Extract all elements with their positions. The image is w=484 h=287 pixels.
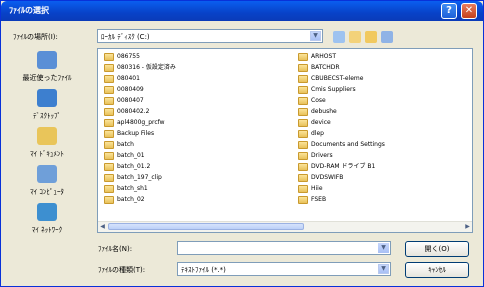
folder-icon — [298, 86, 308, 94]
file-open-dialog: ﾌｧｲﾙの選択 ? ✕ ﾌｧｲﾙの場所(I): ﾛｰｶﾙ ﾃﾞｨｽｸ (C:) … — [0, 0, 484, 287]
folder-icon — [104, 141, 114, 149]
folder-icon — [298, 196, 308, 204]
folder-icon — [298, 53, 308, 61]
place-my-network[interactable]: ﾏｲ ﾈｯﾄﾜｰｸ — [6, 203, 88, 239]
place-label: ﾏｲ ﾈｯﾄﾜｰｸ — [31, 226, 63, 234]
file-list[interactable]: 086755 080316 - 仮設定済み 080401 0080409 008… — [97, 48, 473, 233]
folder-icon — [104, 108, 114, 116]
filetype-value: ﾃｷｽﾄﾌｧｲﾙ (*.*) — [181, 266, 226, 274]
folder-icon — [298, 174, 308, 182]
my-computer-icon — [37, 165, 57, 183]
folder-icon — [298, 64, 308, 72]
scroll-thumb[interactable] — [108, 223, 304, 230]
places-bar: 最近使ったﾌｧｲﾙ ﾃﾞｽｸﾄｯﾌﾟ ﾏｲ ﾄﾞｷｭﾒﾝﾄ ﾏｲ ｺﾝﾋﾟｭｰﾀ… — [6, 51, 88, 241]
recent-icon — [37, 51, 57, 69]
scroll-right-icon[interactable]: ▶ — [463, 222, 472, 231]
look-in-label: ﾌｧｲﾙの場所(I): — [13, 33, 58, 41]
place-label: ﾃﾞｽｸﾄｯﾌﾟ — [33, 112, 61, 120]
folder-icon — [298, 152, 308, 160]
folder-icon — [298, 75, 308, 83]
look-in-value: ﾛｰｶﾙ ﾃﾞｨｽｸ (C:) — [101, 33, 150, 41]
look-in-combo[interactable]: ﾛｰｶﾙ ﾃﾞｨｽｸ (C:) ▼ — [97, 29, 323, 43]
place-my-computer[interactable]: ﾏｲ ｺﾝﾋﾟｭｰﾀ — [6, 165, 88, 201]
help-button[interactable]: ? — [441, 3, 457, 19]
my-network-icon — [37, 203, 57, 221]
folder-icon — [104, 130, 114, 138]
folder-icon — [298, 141, 308, 149]
place-label: ﾏｲ ﾄﾞｷｭﾒﾝﾄ — [30, 150, 64, 158]
help-icon: ? — [446, 5, 452, 16]
up-folder-icon[interactable] — [349, 31, 361, 43]
title-bar[interactable]: ﾌｧｲﾙの選択 ? ✕ — [1, 1, 483, 21]
scroll-left-icon[interactable]: ◀ — [98, 222, 107, 231]
desktop-icon — [37, 89, 57, 107]
folder-icon — [298, 130, 308, 138]
folder-icon — [104, 64, 114, 72]
place-label: ﾏｲ ｺﾝﾋﾟｭｰﾀ — [30, 188, 64, 196]
close-icon: ✕ — [464, 5, 474, 16]
folder-icon — [104, 75, 114, 83]
place-label: 最近使ったﾌｧｲﾙ — [22, 74, 72, 82]
chevron-down-icon[interactable]: ▼ — [310, 31, 321, 41]
folder-icon — [104, 152, 114, 160]
folder-icon — [104, 97, 114, 105]
folder-icon — [298, 97, 308, 105]
place-recent[interactable]: 最近使ったﾌｧｲﾙ — [6, 51, 88, 87]
folder-icon — [104, 185, 114, 193]
back-icon[interactable] — [333, 31, 345, 43]
chevron-down-icon[interactable]: ▼ — [378, 264, 389, 274]
folder-icon — [104, 53, 114, 61]
folder-icon — [104, 163, 114, 171]
folder-icon — [104, 86, 114, 94]
folder-icon — [298, 185, 308, 193]
folder-icon — [298, 119, 308, 127]
view-menu-icon[interactable] — [381, 31, 393, 43]
horizontal-scrollbar[interactable]: ◀ ▶ — [98, 221, 472, 232]
close-button[interactable]: ✕ — [461, 3, 477, 19]
folder-icon — [104, 196, 114, 204]
folder-icon — [298, 108, 308, 116]
filetype-label: ﾌｧｲﾙの種類(T): — [98, 266, 146, 274]
new-folder-icon[interactable] — [365, 31, 377, 43]
folder-icon — [298, 163, 308, 171]
folder-icon — [104, 174, 114, 182]
my-documents-icon — [37, 127, 57, 145]
place-desktop[interactable]: ﾃﾞｽｸﾄｯﾌﾟ — [6, 89, 88, 125]
chevron-down-icon[interactable]: ▼ — [378, 243, 389, 253]
filename-input[interactable]: ▼ — [177, 241, 391, 255]
cancel-button[interactable]: ｷｬﾝｾﾙ — [405, 262, 469, 278]
folder-icon — [104, 119, 114, 127]
filetype-select[interactable]: ﾃｷｽﾄﾌｧｲﾙ (*.*) ▼ — [177, 262, 391, 276]
place-my-documents[interactable]: ﾏｲ ﾄﾞｷｭﾒﾝﾄ — [6, 127, 88, 163]
filename-label: ﾌｧｲﾙ名(N): — [98, 245, 133, 253]
open-button[interactable]: 開く(O) — [405, 241, 469, 257]
window-title: ﾌｧｲﾙの選択 — [9, 6, 49, 15]
